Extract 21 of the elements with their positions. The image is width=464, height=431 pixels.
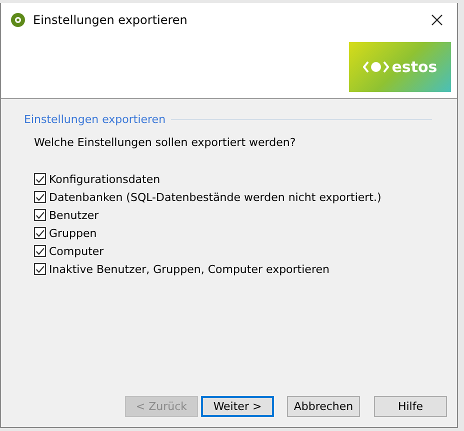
eye-icon [362,59,389,75]
checkbox[interactable] [34,263,46,275]
question-text: Welche Einstellungen sollen exportiert werden? [34,136,297,149]
dialog-button[interactable]: Hilfe [374,396,447,417]
section-title: Einstellungen exportieren [24,113,166,126]
checkbox[interactable] [34,209,46,221]
option-checkbox[interactable]: Benutzer [34,207,447,223]
checkbox[interactable] [34,173,46,185]
option-checkbox[interactable]: Computer [34,243,447,259]
option-checkbox[interactable]: Konfigurationsdaten [34,171,447,187]
dialog-button[interactable]: Weiter > [201,396,274,417]
option-checkbox[interactable]: Inaktive Benutzer, Gruppen, Computer exportieren [34,261,447,277]
logo-text: estos [392,58,438,76]
option-checkbox[interactable]: Datenbanken (SQL-Datenbestände werden nicht exportiert.) [34,189,447,205]
checkbox[interactable] [34,245,46,257]
checkbox[interactable] [34,227,46,239]
close-icon[interactable] [431,14,443,26]
dialog-button[interactable]: Abbrechen [287,396,360,417]
window-title: Einstellungen exportieren [33,12,188,26]
option-checkbox[interactable]: Gruppen [34,225,447,241]
checkbox[interactable] [34,191,46,203]
